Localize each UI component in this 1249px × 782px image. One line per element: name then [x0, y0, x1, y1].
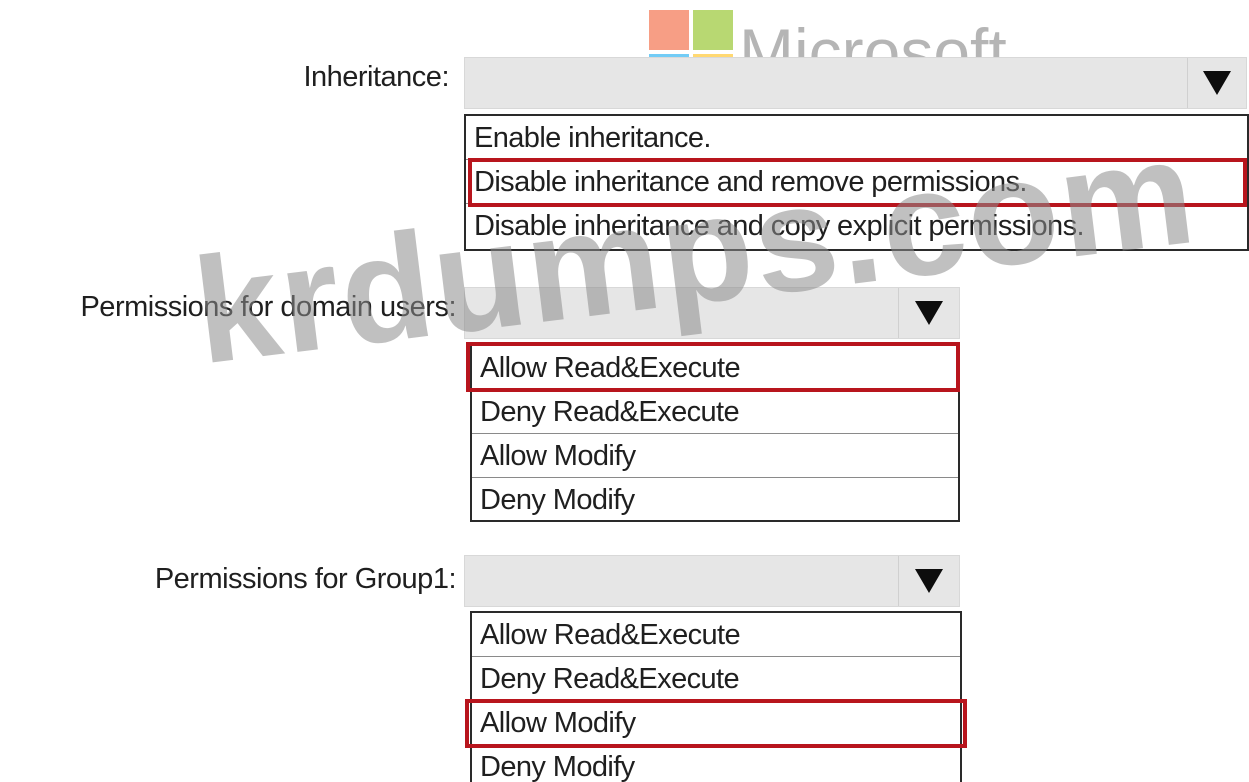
- group1-option-deny-read-execute[interactable]: Deny Read&Execute: [472, 657, 960, 701]
- domain-users-option-allow-modify[interactable]: Allow Modify: [472, 434, 958, 478]
- inheritance-option-disable-copy[interactable]: Disable inheritance and copy explicit pe…: [466, 204, 1247, 249]
- domain-users-option-deny-modify[interactable]: Deny Modify: [472, 478, 958, 522]
- group1-label: Permissions for Group1:: [154, 563, 457, 595]
- logo-square-red: [649, 10, 689, 50]
- inheritance-option-enable[interactable]: Enable inheritance.: [466, 116, 1247, 160]
- inheritance-label: Inheritance:: [303, 61, 449, 93]
- inheritance-option-disable-remove[interactable]: Disable inheritance and remove permissio…: [466, 160, 1247, 204]
- domain-users-option-allow-read-execute[interactable]: Allow Read&Execute: [472, 346, 958, 390]
- domain-users-dropdown-toggle[interactable]: [898, 288, 959, 338]
- domain-users-options-list: Allow Read&Execute Deny Read&Execute All…: [470, 344, 960, 522]
- domain-users-option-deny-read-execute[interactable]: Deny Read&Execute: [472, 390, 958, 434]
- inheritance-dropdown-toggle[interactable]: [1187, 58, 1246, 108]
- domain-users-label: Permissions for domain users:: [80, 291, 456, 323]
- inheritance-dropdown[interactable]: [464, 57, 1247, 109]
- inheritance-options-list: Enable inheritance. Disable inheritance …: [464, 114, 1249, 251]
- domain-users-dropdown[interactable]: [464, 287, 960, 339]
- group1-dropdown-toggle[interactable]: [898, 556, 959, 606]
- logo-square-green: [693, 10, 733, 50]
- group1-option-allow-modify[interactable]: Allow Modify: [472, 701, 960, 745]
- group1-dropdown[interactable]: [464, 555, 960, 607]
- group1-options-list: Allow Read&Execute Deny Read&Execute All…: [470, 611, 962, 782]
- group1-option-allow-read-execute[interactable]: Allow Read&Execute: [472, 613, 960, 657]
- chevron-down-icon: [915, 569, 943, 593]
- chevron-down-icon: [915, 301, 943, 325]
- group1-option-deny-modify[interactable]: Deny Modify: [472, 745, 960, 782]
- chevron-down-icon: [1203, 71, 1231, 95]
